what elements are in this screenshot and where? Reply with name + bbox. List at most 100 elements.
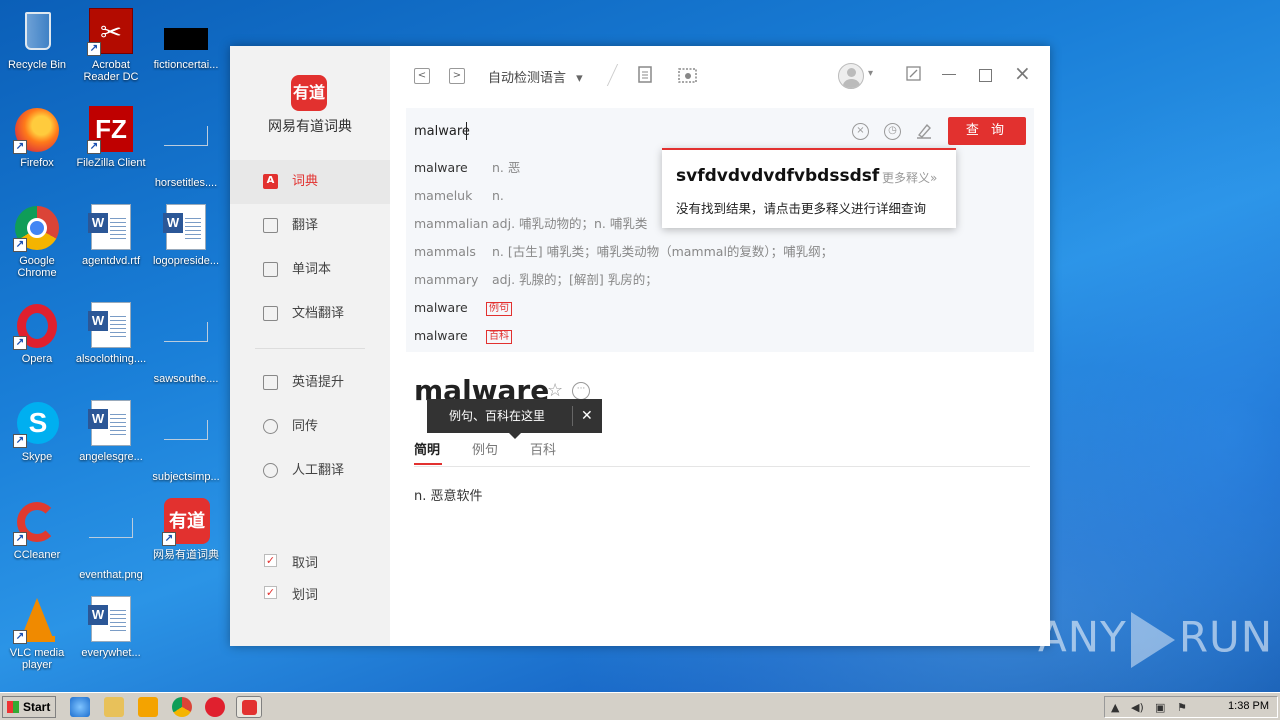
- desktop-icon-eventhat[interactable]: eventhat.png: [74, 498, 148, 581]
- close-icon[interactable]: ✕: [581, 399, 593, 433]
- tooltip: 例句、百科在这里 ✕: [427, 399, 602, 439]
- back-button[interactable]: <: [414, 68, 430, 84]
- filezilla-icon: FZ ↗: [87, 106, 135, 154]
- desktop-icon-horsetitles[interactable]: horsetitles....: [149, 106, 223, 189]
- chevron-down-icon[interactable]: ▾: [868, 68, 873, 79]
- query-button[interactable]: 查 询: [948, 117, 1026, 145]
- tab-examples[interactable]: 例句: [472, 439, 498, 458]
- file-explorer-icon[interactable]: [104, 697, 124, 717]
- screenshot-translate-icon[interactable]: [678, 66, 698, 87]
- more-definitions-link[interactable]: 更多释义»: [882, 169, 937, 186]
- chrome-icon[interactable]: [172, 697, 192, 717]
- headset-icon: [263, 463, 278, 478]
- desktop-icon-fictioncertai[interactable]: fictioncertai...: [149, 8, 223, 71]
- start-button[interactable]: Start: [2, 696, 56, 718]
- desktop-icon-logopreside[interactable]: logopreside...: [149, 204, 223, 267]
- youdao-dictionary-window: 有道 网易有道词典 A 词典 翻译 单词本 文档翻译 英语提升 同传 人工翻译 …: [230, 46, 1050, 646]
- nav-item-english-improve[interactable]: 英语提升: [230, 361, 390, 405]
- media-player-icon[interactable]: [138, 697, 158, 717]
- desktop-icon-skype[interactable]: S ↗ Skype: [0, 400, 74, 463]
- desktop-icon-filezilla[interactable]: FZ ↗ FileZilla Client: [74, 106, 148, 169]
- nav-item-simultaneous[interactable]: 同传: [230, 405, 390, 449]
- desktop-icon-sawsouthe[interactable]: sawsouthe....: [149, 302, 223, 385]
- star-icon[interactable]: ☆: [547, 380, 563, 401]
- nav-item-wordbook[interactable]: 单词本: [230, 248, 390, 292]
- word-document-icon: [87, 400, 135, 448]
- internet-explorer-icon[interactable]: [70, 697, 90, 717]
- nav-item-label: 人工翻译: [292, 463, 345, 478]
- action-center-icon[interactable]: ⚑: [1177, 701, 1187, 714]
- clear-icon[interactable]: ×: [852, 123, 869, 140]
- desktop-icon-youdao[interactable]: 有道 ↗ 网易有道词典: [149, 498, 223, 561]
- youdao-taskbar-button[interactable]: [236, 696, 262, 718]
- desktop-icon-alsoclothing[interactable]: alsoclothing....: [74, 302, 148, 365]
- sidebar-divider: [255, 348, 365, 349]
- tab-encyclopedia[interactable]: 百科: [530, 439, 556, 458]
- mini-mode-icon[interactable]: [906, 66, 921, 85]
- encyclopedia-tag: 百科: [486, 329, 512, 344]
- word-document-icon: [162, 204, 210, 252]
- firefox-icon: ↗: [13, 106, 61, 154]
- desktop-icon-ccleaner[interactable]: ↗ CCleaner: [0, 498, 74, 561]
- file-icon: [162, 8, 210, 56]
- system-tray: ▲ ◀) ▣ ⚑ 1:38 PM: [1104, 696, 1278, 718]
- clock[interactable]: 1:38 PM: [1228, 700, 1269, 712]
- nav-item-label: 翻译: [292, 218, 319, 233]
- nav-item-label: 文档翻译: [292, 306, 345, 321]
- more-icon[interactable]: ···: [572, 382, 590, 400]
- popup-message: 没有找到结果，请点击更多释义进行详细查询: [676, 201, 927, 216]
- simultaneous-icon: [263, 419, 278, 434]
- skype-icon: S ↗: [13, 400, 61, 448]
- word-document-icon: [87, 302, 135, 350]
- active-tab-indicator: [414, 463, 442, 465]
- desktop-icon-opera[interactable]: ↗ Opera: [0, 302, 74, 365]
- nav-item-document-translate[interactable]: 文档翻译: [230, 292, 390, 336]
- list-item[interactable]: mammary adj. 乳腺的；[解剖] 乳房的；: [414, 266, 1034, 294]
- document-icon[interactable]: [638, 66, 652, 87]
- desktop-icon-firefox[interactable]: ↗ Firefox: [0, 106, 74, 169]
- desktop-icon-angelesgre[interactable]: angelesgre...: [74, 400, 148, 463]
- desktop-icon-everywhet[interactable]: everywhet...: [74, 596, 148, 659]
- opera-icon[interactable]: [205, 697, 225, 717]
- app-title: 网易有道词典: [268, 119, 352, 135]
- history-icon[interactable]: ◷: [884, 123, 901, 140]
- acrobat-icon: ✂ ↗: [87, 8, 135, 56]
- desktop-icon-agentdvd[interactable]: agentdvd.rtf: [74, 204, 148, 267]
- popup-word: svfdvdvdvdfvbdssdsf: [676, 166, 880, 186]
- desktop-icon-vlc[interactable]: ↗ VLC media player: [0, 596, 74, 671]
- lookup-popup: svfdvdvdvdfvbdssdsf 更多释义» 没有找到结果，请点击更多释义…: [662, 148, 956, 228]
- word-document-icon: [87, 204, 135, 252]
- minimize-icon[interactable]: [942, 74, 956, 75]
- desktop-icon-subjectsimp[interactable]: subjectsimp...: [149, 400, 223, 483]
- language-label: 自动检测语言: [488, 71, 567, 86]
- nav-item-translate[interactable]: 翻译: [230, 204, 390, 248]
- forward-button[interactable]: >: [449, 68, 465, 84]
- search-input[interactable]: [414, 121, 794, 141]
- nav-item-label: 同传: [292, 419, 319, 434]
- nav-item-human-translate[interactable]: 人工翻译: [230, 449, 390, 493]
- desktop-icon-acrobat[interactable]: ✂ ↗ Acrobat Reader DC: [74, 8, 148, 83]
- user-avatar[interactable]: [838, 63, 864, 89]
- show-hidden-icons-icon[interactable]: ▲: [1111, 701, 1119, 714]
- youdao-logo-icon: 有道 ↗: [162, 498, 210, 546]
- maximize-icon[interactable]: [979, 69, 992, 82]
- checkbox-label: 划词: [292, 588, 319, 603]
- desktop-icon-recycle-bin[interactable]: Recycle Bin: [0, 8, 74, 71]
- desktop-icon-chrome[interactable]: ↗ Google Chrome: [0, 204, 74, 279]
- list-item[interactable]: malware 百科: [414, 322, 1034, 350]
- anyrun-watermark: ANY RUN: [1038, 612, 1273, 668]
- dictionary-icon: A: [263, 174, 278, 189]
- language-select[interactable]: 自动检测语言 ▾: [488, 67, 583, 86]
- volume-icon[interactable]: ◀): [1131, 701, 1144, 714]
- close-icon[interactable]: ×: [1014, 63, 1031, 83]
- network-icon[interactable]: ▣: [1155, 701, 1165, 714]
- list-item[interactable]: mammals n. [古生] 哺乳类；哺乳类动物（mammal的复数）；哺乳纲；: [414, 238, 1034, 266]
- example-tag: 例句: [486, 301, 512, 316]
- file-icon: [162, 420, 210, 468]
- handwriting-icon[interactable]: [915, 122, 933, 144]
- nav-item-dictionary[interactable]: A 词典: [230, 160, 390, 204]
- nav-item-label: 英语提升: [292, 375, 345, 390]
- vlc-icon: ↗: [13, 596, 61, 644]
- list-item[interactable]: malware 例句: [414, 294, 1034, 322]
- tab-brief[interactable]: 简明: [414, 439, 440, 458]
